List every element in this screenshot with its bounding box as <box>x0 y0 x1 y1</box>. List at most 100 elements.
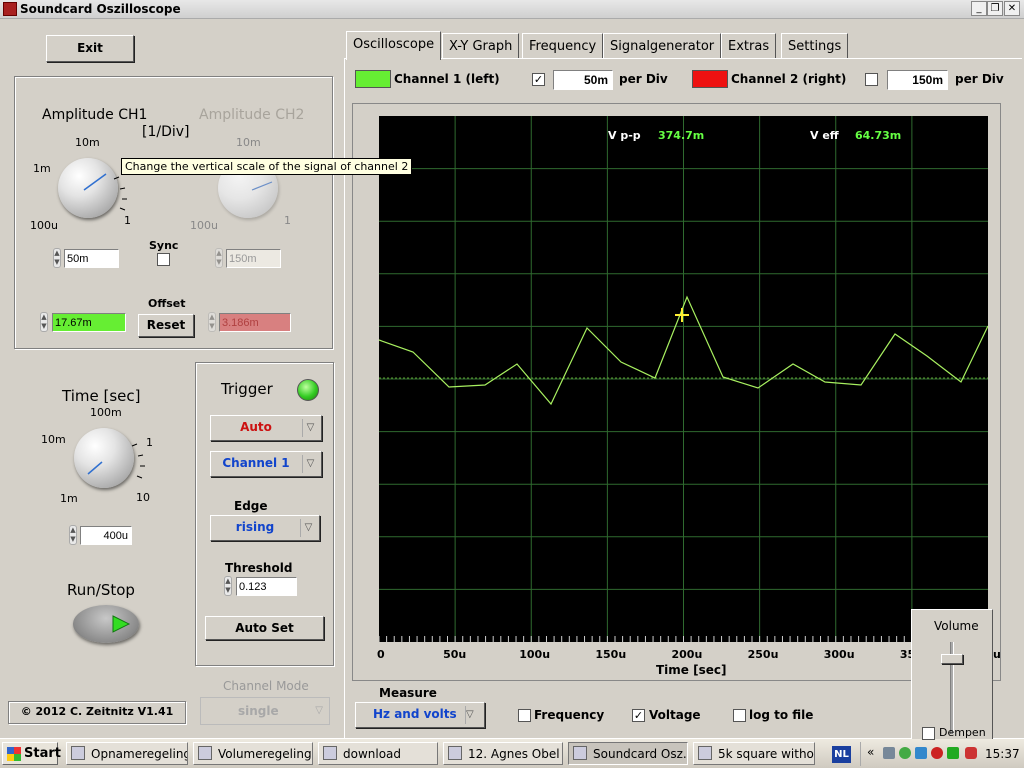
tooltip: Change the vertical scale of the signal … <box>121 158 413 175</box>
auto-set-button[interactable]: Auto Set <box>205 616 324 640</box>
ch1-tick-100u: 100u <box>30 219 58 232</box>
ch1-offset-spinner[interactable]: ▲ ▼ <box>40 312 48 332</box>
time-knob[interactable] <box>74 428 134 488</box>
threshold-label: Threshold <box>225 561 293 575</box>
windows-logo-icon <box>7 747 21 761</box>
tray-security-icon[interactable] <box>931 747 943 759</box>
close-button[interactable]: ✕ <box>1004 1 1020 16</box>
copyright-label: © 2012 C. Zeitnitz V1.41 <box>8 701 186 724</box>
tray-device-icon[interactable] <box>947 747 959 759</box>
system-tray: « 15:37 <box>860 742 1022 766</box>
volume-label: Volume <box>934 619 979 633</box>
logfile-checkbox[interactable] <box>733 709 746 722</box>
x-tick-label: 300u <box>823 648 855 661</box>
time-input[interactable] <box>80 526 132 545</box>
app-icon <box>3 2 17 16</box>
tab-x-y-graph[interactable]: X-Y Graph <box>442 33 520 58</box>
scope-screen[interactable] <box>379 116 988 642</box>
time-spinner[interactable]: ▲ ▼ <box>69 525 77 545</box>
edge-dropdown[interactable]: rising ▽ <box>210 515 320 541</box>
ch1-amplitude-knob[interactable] <box>58 158 118 218</box>
minimize-button[interactable]: _ <box>971 1 987 16</box>
chevron-down-icon: ▽ <box>465 706 481 724</box>
ch1-amp-spinner[interactable]: ▲ ▼ <box>53 248 61 268</box>
frequency-checkbox[interactable] <box>518 709 531 722</box>
time-tick-100m: 100m <box>90 406 122 419</box>
threshold-spinner[interactable]: ▲ ▼ <box>224 576 232 596</box>
taskbar-item[interactable]: Soundcard Osz... <box>568 742 688 765</box>
x-tick-label-partial: u <box>993 648 1001 661</box>
frequency-label: Frequency <box>534 708 605 722</box>
x-axis-label: Time [sec] <box>656 663 727 677</box>
exit-button[interactable]: Exit <box>46 35 134 62</box>
taskbar-item[interactable]: Opnameregeling <box>66 742 188 765</box>
ch1-color-swatch[interactable] <box>355 70 391 88</box>
taskbar-item-label: 5k square withou... <box>718 747 814 761</box>
chevron-down-icon: ▽ <box>300 519 316 537</box>
tab-extras[interactable]: Extras <box>721 33 777 58</box>
offset-label: Offset <box>148 297 186 310</box>
tray-network-icon[interactable] <box>883 747 895 759</box>
sync-checkbox[interactable] <box>157 253 170 266</box>
volume-popup: Volume Dempen <box>911 609 993 740</box>
ch2-offset-input[interactable] <box>219 313 291 332</box>
tab-frequency[interactable]: Frequency <box>522 33 604 58</box>
maximize-button[interactable]: ❐ <box>987 1 1003 16</box>
tray-shield-icon[interactable] <box>965 747 977 759</box>
ch2-per-div-input[interactable] <box>887 70 948 90</box>
amp-unit-label: [1/Div] <box>142 124 190 140</box>
ch1-checkbox[interactable]: ✓ <box>532 73 545 86</box>
vpp-label: V p-p <box>608 129 641 142</box>
mute-label: Dempen <box>939 726 986 739</box>
ch2-tick-1: 1 <box>284 214 291 227</box>
taskbar-item-label: Opnameregeling <box>91 747 188 761</box>
volume-slider[interactable] <box>941 654 963 665</box>
ch2-amp-input[interactable] <box>226 249 281 268</box>
trigger-led <box>297 379 319 401</box>
ch1-per-div-input[interactable] <box>553 70 613 90</box>
taskbar-app-icon <box>698 746 712 760</box>
x-tick-label: 150u <box>595 648 627 661</box>
trigger-title: Trigger <box>221 380 273 398</box>
trigger-channel-dropdown[interactable]: Channel 1 ▽ <box>210 451 322 477</box>
taskbar-item[interactable]: 12. Agnes Obel -... <box>443 742 563 765</box>
start-button[interactable]: Start <box>2 742 61 765</box>
ch2-color-swatch[interactable] <box>692 70 728 88</box>
tab-signalgenerator[interactable]: Signalgenerator <box>603 33 722 58</box>
ch1-amp-input[interactable] <box>64 249 119 268</box>
amp-ch2-title: Amplitude CH2 <box>199 107 305 123</box>
taskbar-item-label: 12. Agnes Obel -... <box>468 747 562 761</box>
taskbar-item[interactable]: Volumeregeling <box>193 742 313 765</box>
edge-value: rising <box>235 520 275 534</box>
ch2-tick-10m: 10m <box>236 136 261 149</box>
trigger-mode-dropdown[interactable]: Auto ▽ <box>210 415 322 441</box>
runstop-button[interactable] <box>73 605 139 643</box>
tab-settings[interactable]: Settings <box>781 33 849 58</box>
measure-mode-dropdown[interactable]: Hz and volts ▽ <box>355 702 485 728</box>
ch2-offset-spinner[interactable]: ▲ ▼ <box>208 312 216 332</box>
voltage-checkbox[interactable]: ✓ <box>632 709 645 722</box>
ch1-tick-1m: 1m <box>33 162 51 175</box>
language-indicator[interactable]: NL <box>832 746 851 763</box>
ch2-checkbox[interactable] <box>865 73 878 86</box>
measure-label: Measure <box>379 686 437 700</box>
tray-volume-icon[interactable] <box>899 747 911 759</box>
tray-arrow-icon[interactable]: « <box>867 745 874 759</box>
taskbar-item[interactable]: 5k square withou... <box>693 742 815 765</box>
taskbar-item-label: Soundcard Osz... <box>593 747 688 761</box>
amp-ch1-title: Amplitude CH1 <box>42 107 148 123</box>
tab-oscilloscope[interactable]: Oscilloscope <box>346 31 442 60</box>
reset-button[interactable]: Reset <box>138 314 194 337</box>
channel-mode-dropdown[interactable]: single ▽ <box>200 697 330 725</box>
x-tick-label: 200u <box>671 648 703 661</box>
vpp-value: 374.7m <box>658 129 705 142</box>
tray-app-icon[interactable] <box>915 747 927 759</box>
ch2-amp-spinner[interactable]: ▲ ▼ <box>215 248 223 268</box>
ch1-offset-input[interactable] <box>52 313 126 332</box>
threshold-input[interactable] <box>236 577 297 596</box>
mute-checkbox[interactable] <box>922 727 935 740</box>
channel-mode-value: single <box>238 704 279 718</box>
taskbar-item[interactable]: download <box>318 742 438 765</box>
chevron-down-icon: ▽ <box>302 419 318 437</box>
clock[interactable]: 15:37 <box>985 747 1020 761</box>
